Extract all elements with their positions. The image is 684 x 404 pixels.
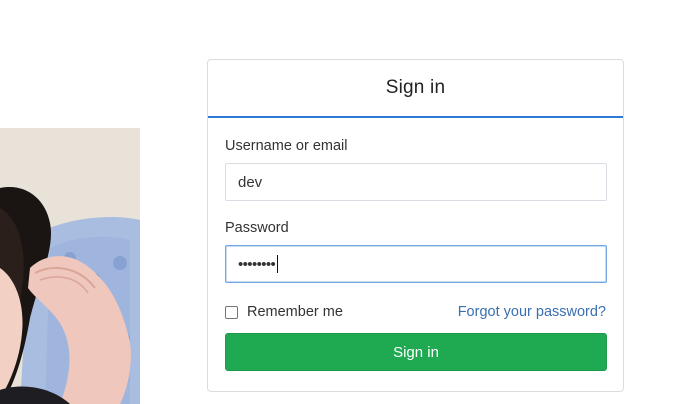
login-form: Username or email dev Password •••••••• … [208,118,623,371]
card-header: Sign in [208,60,623,118]
password-value: •••••••• [238,255,276,273]
username-label: Username or email [225,138,348,154]
password-label: Password [225,220,289,236]
sign-in-button[interactable]: Sign in [225,333,607,371]
login-page: Sign in Username or email dev Password •… [0,0,684,404]
remember-checkbox[interactable] [225,305,238,319]
password-field[interactable]: •••••••• [225,245,607,283]
forgot-password-link[interactable]: Forgot your password? [458,304,606,320]
profile-photo [0,128,140,404]
username-value: dev [238,173,263,191]
remember-me[interactable]: Remember me [225,304,343,320]
login-card: Sign in Username or email dev Password •… [207,59,624,392]
remember-label: Remember me [247,304,343,320]
page-title: Sign in [385,77,446,98]
options-row: Remember me Forgot your password? [225,303,606,321]
text-caret [277,255,279,273]
username-field[interactable]: dev [225,163,607,201]
